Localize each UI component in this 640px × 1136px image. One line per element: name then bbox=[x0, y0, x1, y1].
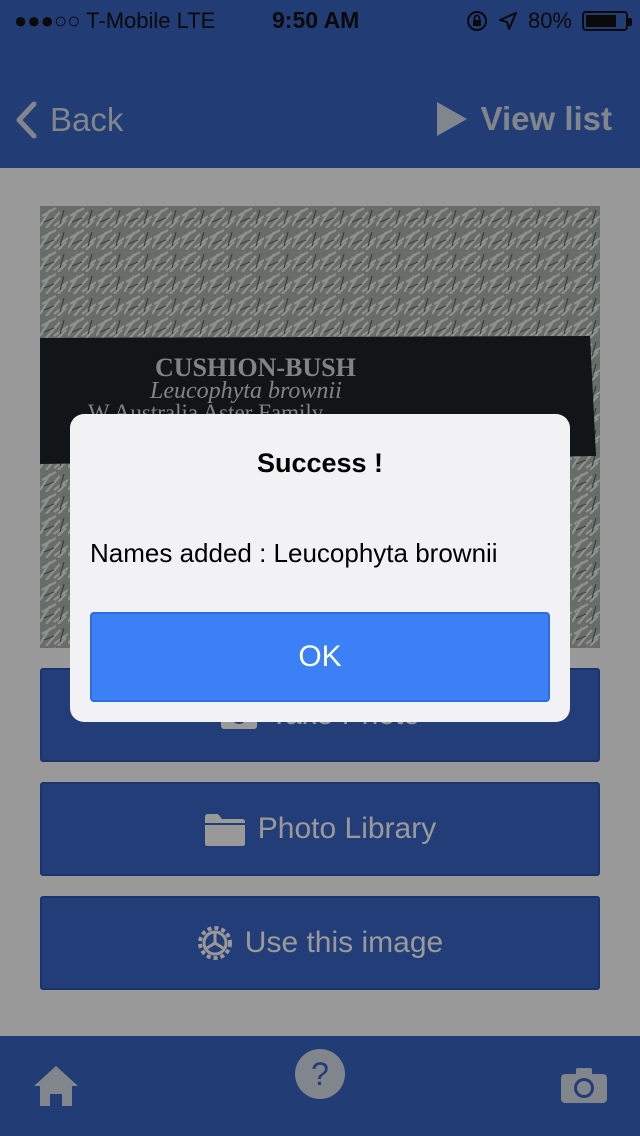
alert-message: Names added : Leucophyta brownii bbox=[90, 538, 498, 568]
ok-label: OK bbox=[298, 640, 342, 673]
ok-button[interactable]: OK bbox=[90, 612, 550, 702]
alert-title: Success ! bbox=[256, 448, 384, 478]
